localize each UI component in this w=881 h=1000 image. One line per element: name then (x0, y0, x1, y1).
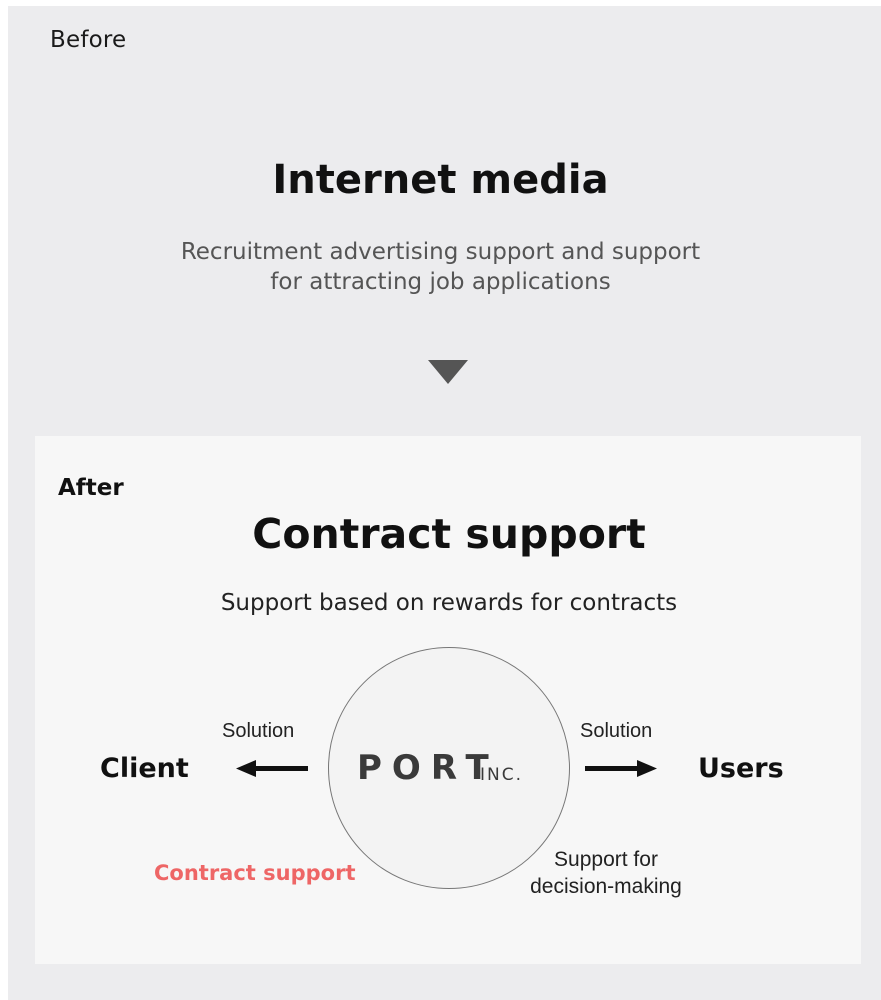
port-logo-suffix: INC. (480, 765, 524, 785)
client-node: Client (100, 753, 189, 784)
after-title: Contract support (252, 510, 646, 558)
decision-making-label: Support for decision-making (506, 846, 706, 900)
arrow-left-icon (236, 760, 308, 777)
after-label: After (58, 475, 124, 501)
arrow-right-shaft (585, 766, 639, 771)
arrow-left-shaft (254, 766, 308, 771)
port-logo: PORT (357, 748, 499, 788)
before-description-line2: for attracting job applications (270, 269, 611, 295)
arrow-right-head (637, 760, 657, 777)
decision-making-line1: Support for (554, 848, 658, 871)
before-label: Before (50, 27, 127, 53)
decision-making-line2: decision-making (530, 875, 682, 898)
users-node: Users (698, 753, 784, 784)
triangle-down-icon (428, 360, 468, 384)
arrow-left-head (236, 760, 256, 777)
before-title: Internet media (272, 157, 609, 203)
contract-support-label: Contract support (154, 861, 356, 885)
before-description: Recruitment advertising support and supp… (0, 237, 881, 297)
right-solution-label: Solution (580, 720, 653, 742)
before-description-line1: Recruitment advertising support and supp… (180, 239, 701, 265)
after-description: Support based on rewards for contracts (220, 590, 678, 616)
left-solution-label: Solution (222, 720, 295, 742)
arrow-right-icon (585, 760, 657, 777)
